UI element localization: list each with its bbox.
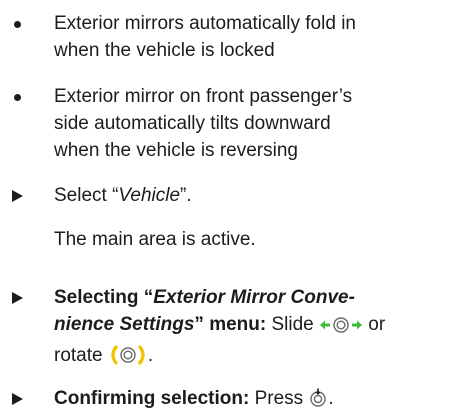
bullet-line: Exterior mirror on front passenger’s — [54, 86, 353, 107]
press-text: Press — [249, 388, 309, 409]
step-label: Selecting “ — [54, 287, 154, 308]
press-controller-icon — [308, 388, 328, 416]
step-label-close: ” menu: — [194, 314, 267, 335]
step-end: . — [328, 388, 334, 409]
bullet-line: Exterior mirrors automatically fold in — [54, 13, 356, 34]
slide-text: Slide — [266, 314, 320, 335]
bullet-line: when the vehicle is reversing — [54, 140, 298, 161]
manual-page: Exterior mirrors automatically fold in w… — [0, 0, 464, 417]
step-end: . — [147, 345, 154, 366]
slide-left-right-controller-icon — [319, 315, 363, 342]
menu-name-line1: Exterior Mirror Conve- — [153, 287, 355, 308]
rotate-text: rotate — [54, 345, 108, 366]
bullet-line: when the vehicle is locked — [54, 40, 275, 61]
step-arrow-icon — [8, 182, 34, 209]
menu-name-line2: nience Settings — [54, 314, 195, 335]
or-text: or — [363, 314, 386, 335]
bullet-point — [8, 83, 34, 110]
rotate-controller-icon — [108, 345, 148, 373]
step-label: Confirming selection: — [54, 388, 250, 409]
menu-item-vehicle: Vehicle — [118, 185, 181, 206]
bullet-point — [8, 10, 34, 37]
step-text: Select “Vehicle”. — [54, 182, 454, 209]
step-text: Confirming selection: Press . — [54, 385, 454, 416]
step-arrow-icon — [8, 385, 34, 412]
bullet-text: Exterior mirror on front passenger’s sid… — [54, 83, 454, 164]
note-text: The main area is active. — [54, 229, 256, 250]
step-prefix: Select “ — [54, 185, 119, 206]
step-arrow-icon — [8, 284, 34, 311]
step-suffix: ”. — [180, 185, 192, 206]
bullet-line: side automatically tilts downward — [54, 113, 331, 134]
step-text: Selecting “Exterior Mirror Conve- nience… — [54, 284, 454, 373]
bullet-text: Exterior mirrors automatically fold in w… — [54, 10, 454, 64]
